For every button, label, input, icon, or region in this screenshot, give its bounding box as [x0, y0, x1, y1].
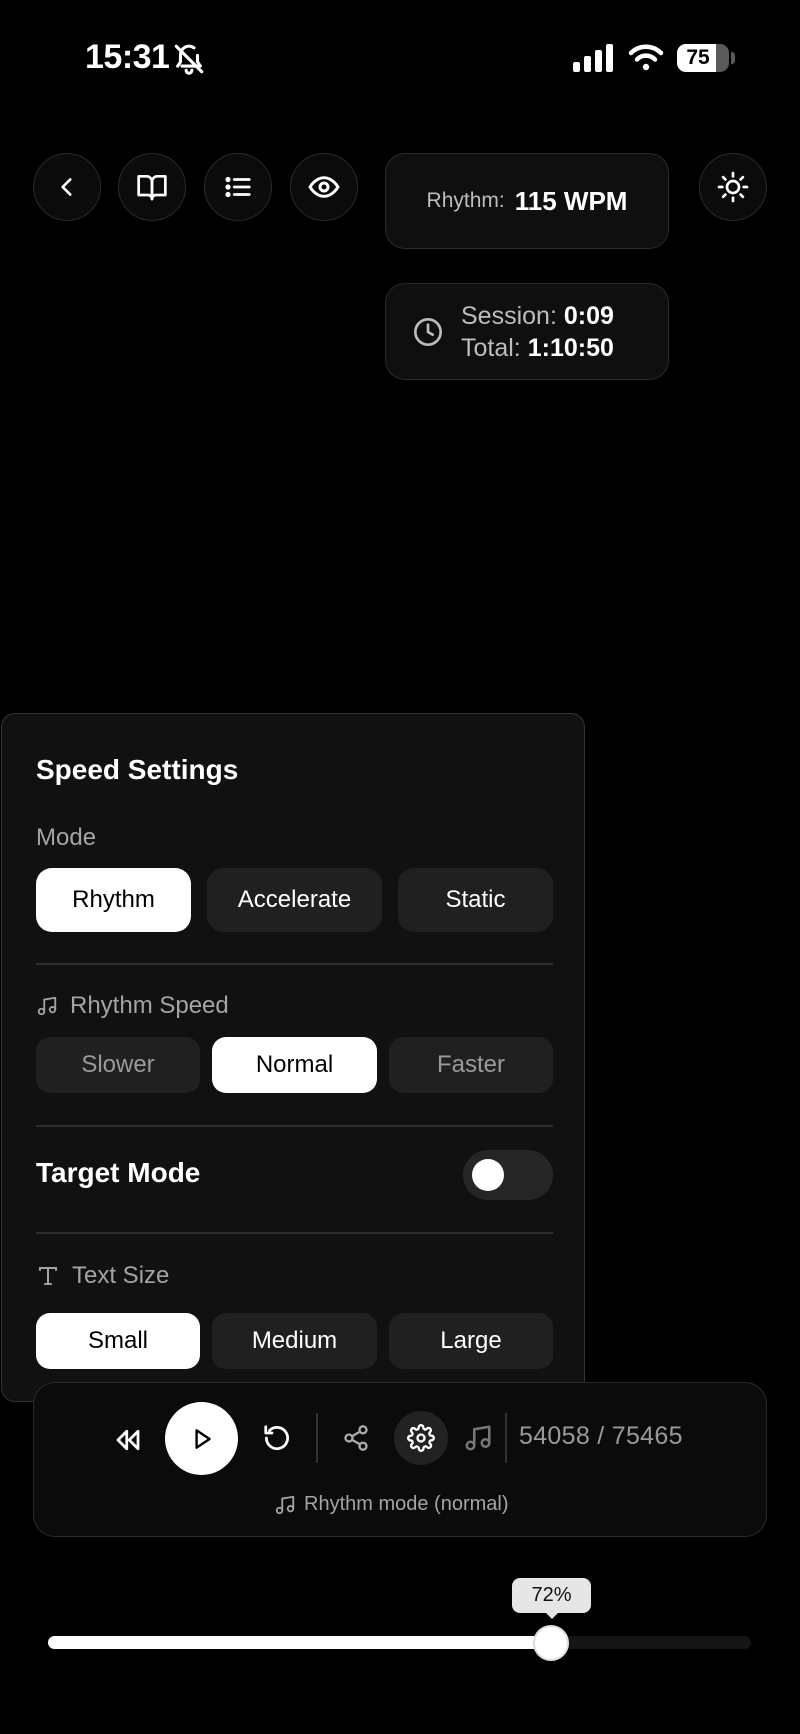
music-note-icon: [37, 996, 57, 1016]
rewind-icon: [116, 1429, 140, 1451]
progress-fill: [48, 1636, 555, 1649]
speed-slower-label: Slower: [81, 1051, 155, 1078]
divider: [36, 963, 553, 965]
battery-icon: 75: [677, 44, 729, 72]
text-size-section-label: Text Size: [36, 1262, 169, 1290]
share-button[interactable]: [336, 1418, 376, 1458]
eye-button[interactable]: [290, 153, 358, 221]
rhythm-label: Rhythm:: [426, 189, 505, 212]
speed-normal-button[interactable]: Normal: [212, 1037, 377, 1093]
mode-rhythm-label: Rhythm: [72, 886, 155, 913]
bell-slash-icon: [174, 44, 204, 75]
share-icon: [344, 1425, 368, 1451]
battery-level: 75: [686, 46, 710, 69]
divider: [36, 1125, 553, 1127]
toggle-knob: [472, 1159, 504, 1191]
music-note-icon: [465, 1425, 491, 1451]
book-button[interactable]: [118, 153, 186, 221]
music-toggle-button[interactable]: [458, 1418, 498, 1458]
restart-icon: [264, 1425, 289, 1450]
back-button[interactable]: [33, 153, 101, 221]
eye-icon: [308, 176, 340, 198]
control-separator: [505, 1413, 507, 1463]
sun-icon: [717, 171, 749, 203]
status-time: 15:31: [85, 38, 170, 76]
rhythm-wpm-value: 115 WPM: [514, 185, 628, 216]
play-icon: [194, 1428, 211, 1449]
progress-thumb[interactable]: [533, 1625, 569, 1661]
theme-button[interactable]: [699, 153, 767, 221]
panel-title: Speed Settings: [36, 754, 239, 785]
mode-accelerate-label: Accelerate: [237, 886, 352, 913]
text-size-medium-button[interactable]: Medium: [212, 1313, 377, 1369]
signal-icon: [573, 44, 613, 72]
mode-label: Mode: [36, 824, 97, 851]
tooltip-arrow: [545, 1612, 559, 1619]
text-size-small-label: Small: [87, 1327, 148, 1354]
rhythm-mode-text: Rhythm mode (normal): [304, 1493, 509, 1515]
total-label: Total:: [461, 334, 521, 362]
chevron-left-icon: [61, 178, 72, 196]
rhythm-wpm-card: Rhythm: 115 WPM: [385, 153, 669, 249]
clock-icon: [414, 318, 442, 346]
rhythm-speed-label: Rhythm Speed: [70, 992, 229, 1019]
total-time: Total: 1:10:50: [461, 334, 614, 363]
mode-static-label: Static: [445, 886, 506, 913]
reading-time-card: Session: 0:09 Total: 1:10:50: [385, 283, 669, 380]
word-position: 54058 / 75465: [519, 1422, 683, 1450]
speed-faster-button[interactable]: Faster: [389, 1037, 553, 1093]
text-size-medium-label: Medium: [251, 1327, 338, 1354]
session-value: 0:09: [563, 302, 614, 330]
mode-section-label: Mode: [36, 824, 96, 852]
speed-faster-label: Faster: [436, 1051, 505, 1078]
list-button[interactable]: [204, 153, 272, 221]
mode-rhythm-button[interactable]: Rhythm: [36, 868, 191, 932]
text-size-large-button[interactable]: Large: [389, 1313, 553, 1369]
text-size-large-label: Large: [440, 1327, 502, 1354]
wifi-icon: [628, 44, 664, 71]
text-size-label: Text Size: [72, 1262, 170, 1289]
text-size-small-button[interactable]: Small: [36, 1313, 200, 1369]
total-value: 1:10:50: [527, 334, 614, 362]
session-label: Session:: [461, 302, 557, 330]
text-type-icon: [39, 1267, 57, 1285]
battery-cap: [731, 52, 735, 64]
progress-tooltip: 72%: [512, 1578, 591, 1613]
session-time: Session: 0:09: [461, 302, 614, 331]
list-icon: [225, 176, 251, 198]
target-mode-toggle[interactable]: [463, 1150, 553, 1200]
progress-slider[interactable]: [48, 1636, 751, 1649]
rhythm-mode-status: Rhythm mode (normal): [274, 1493, 509, 1516]
rhythm-speed-section-label: Rhythm Speed: [36, 992, 229, 1020]
mode-static-button[interactable]: Static: [398, 868, 553, 932]
restart-button[interactable]: [257, 1418, 297, 1458]
speed-slower-button[interactable]: Slower: [36, 1037, 200, 1093]
divider: [36, 1232, 553, 1234]
play-button[interactable]: [165, 1402, 238, 1475]
settings-button[interactable]: [394, 1411, 448, 1465]
speed-normal-label: Normal: [255, 1051, 334, 1078]
rewind-button[interactable]: [108, 1420, 148, 1460]
music-note-icon: [275, 1495, 295, 1514]
mode-accelerate-button[interactable]: Accelerate: [207, 868, 382, 932]
target-mode-label: Target Mode: [36, 1157, 201, 1188]
control-separator: [316, 1413, 318, 1463]
gear-icon: [407, 1424, 435, 1452]
speed-settings-panel: Speed Settings Mode Rhythm Accelerate St…: [1, 713, 585, 1402]
book-open-icon: [137, 175, 167, 201]
